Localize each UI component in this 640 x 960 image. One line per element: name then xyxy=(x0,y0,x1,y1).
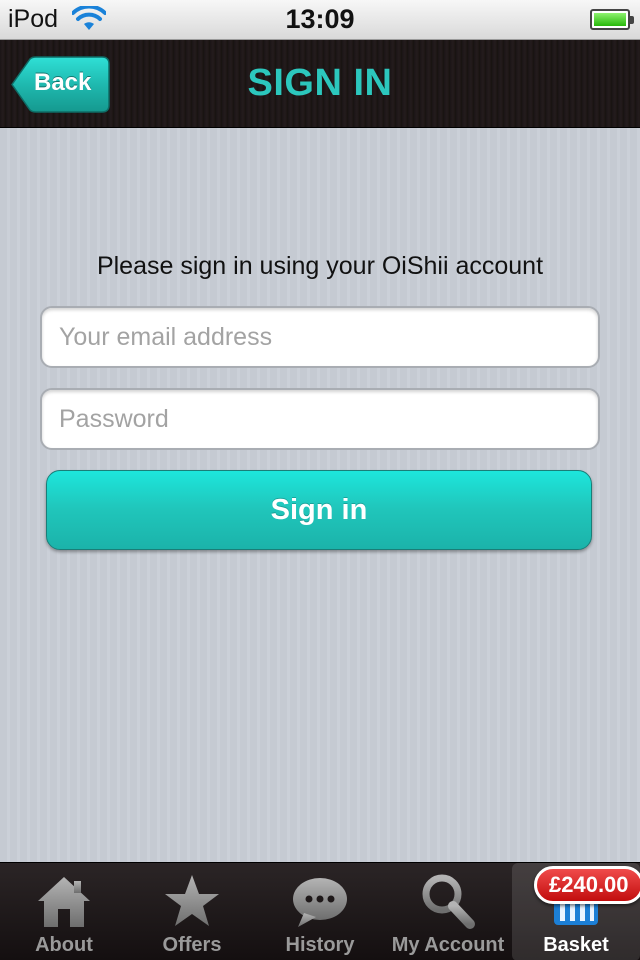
tab-my-account[interactable]: My Account xyxy=(384,863,512,960)
search-icon xyxy=(422,874,475,929)
tab-offers[interactable]: Offers xyxy=(128,863,256,960)
basket-total-badge: £240.00 xyxy=(534,866,640,904)
tab-label-my-account: My Account xyxy=(391,934,505,956)
password-field[interactable] xyxy=(40,388,600,450)
tab-label-history: History xyxy=(285,934,355,956)
battery-level xyxy=(594,13,626,26)
battery-icon xyxy=(590,9,634,30)
star-icon xyxy=(165,875,219,926)
page-title: SIGN IN xyxy=(247,62,393,104)
status-bar: iPod 13:09 xyxy=(0,0,640,40)
email-field[interactable] xyxy=(40,306,600,368)
tab-label-offers: Offers xyxy=(162,934,222,956)
tab-label-about: About xyxy=(35,934,93,956)
home-icon xyxy=(38,877,90,927)
sign-in-form: Please sign in using your OiShii account… xyxy=(0,128,640,862)
tab-about[interactable]: About xyxy=(0,863,128,960)
sign-in-instruction: Please sign in using your OiShii account xyxy=(96,252,544,280)
tab-label-basket: Basket xyxy=(543,934,609,956)
tab-history[interactable]: History xyxy=(256,863,384,960)
sign-in-button[interactable]: Sign in xyxy=(46,470,592,550)
speech-bubble-icon xyxy=(293,878,347,927)
navigation-bar: Back SIGN IN xyxy=(0,40,640,128)
status-time: 13:09 xyxy=(285,4,355,34)
